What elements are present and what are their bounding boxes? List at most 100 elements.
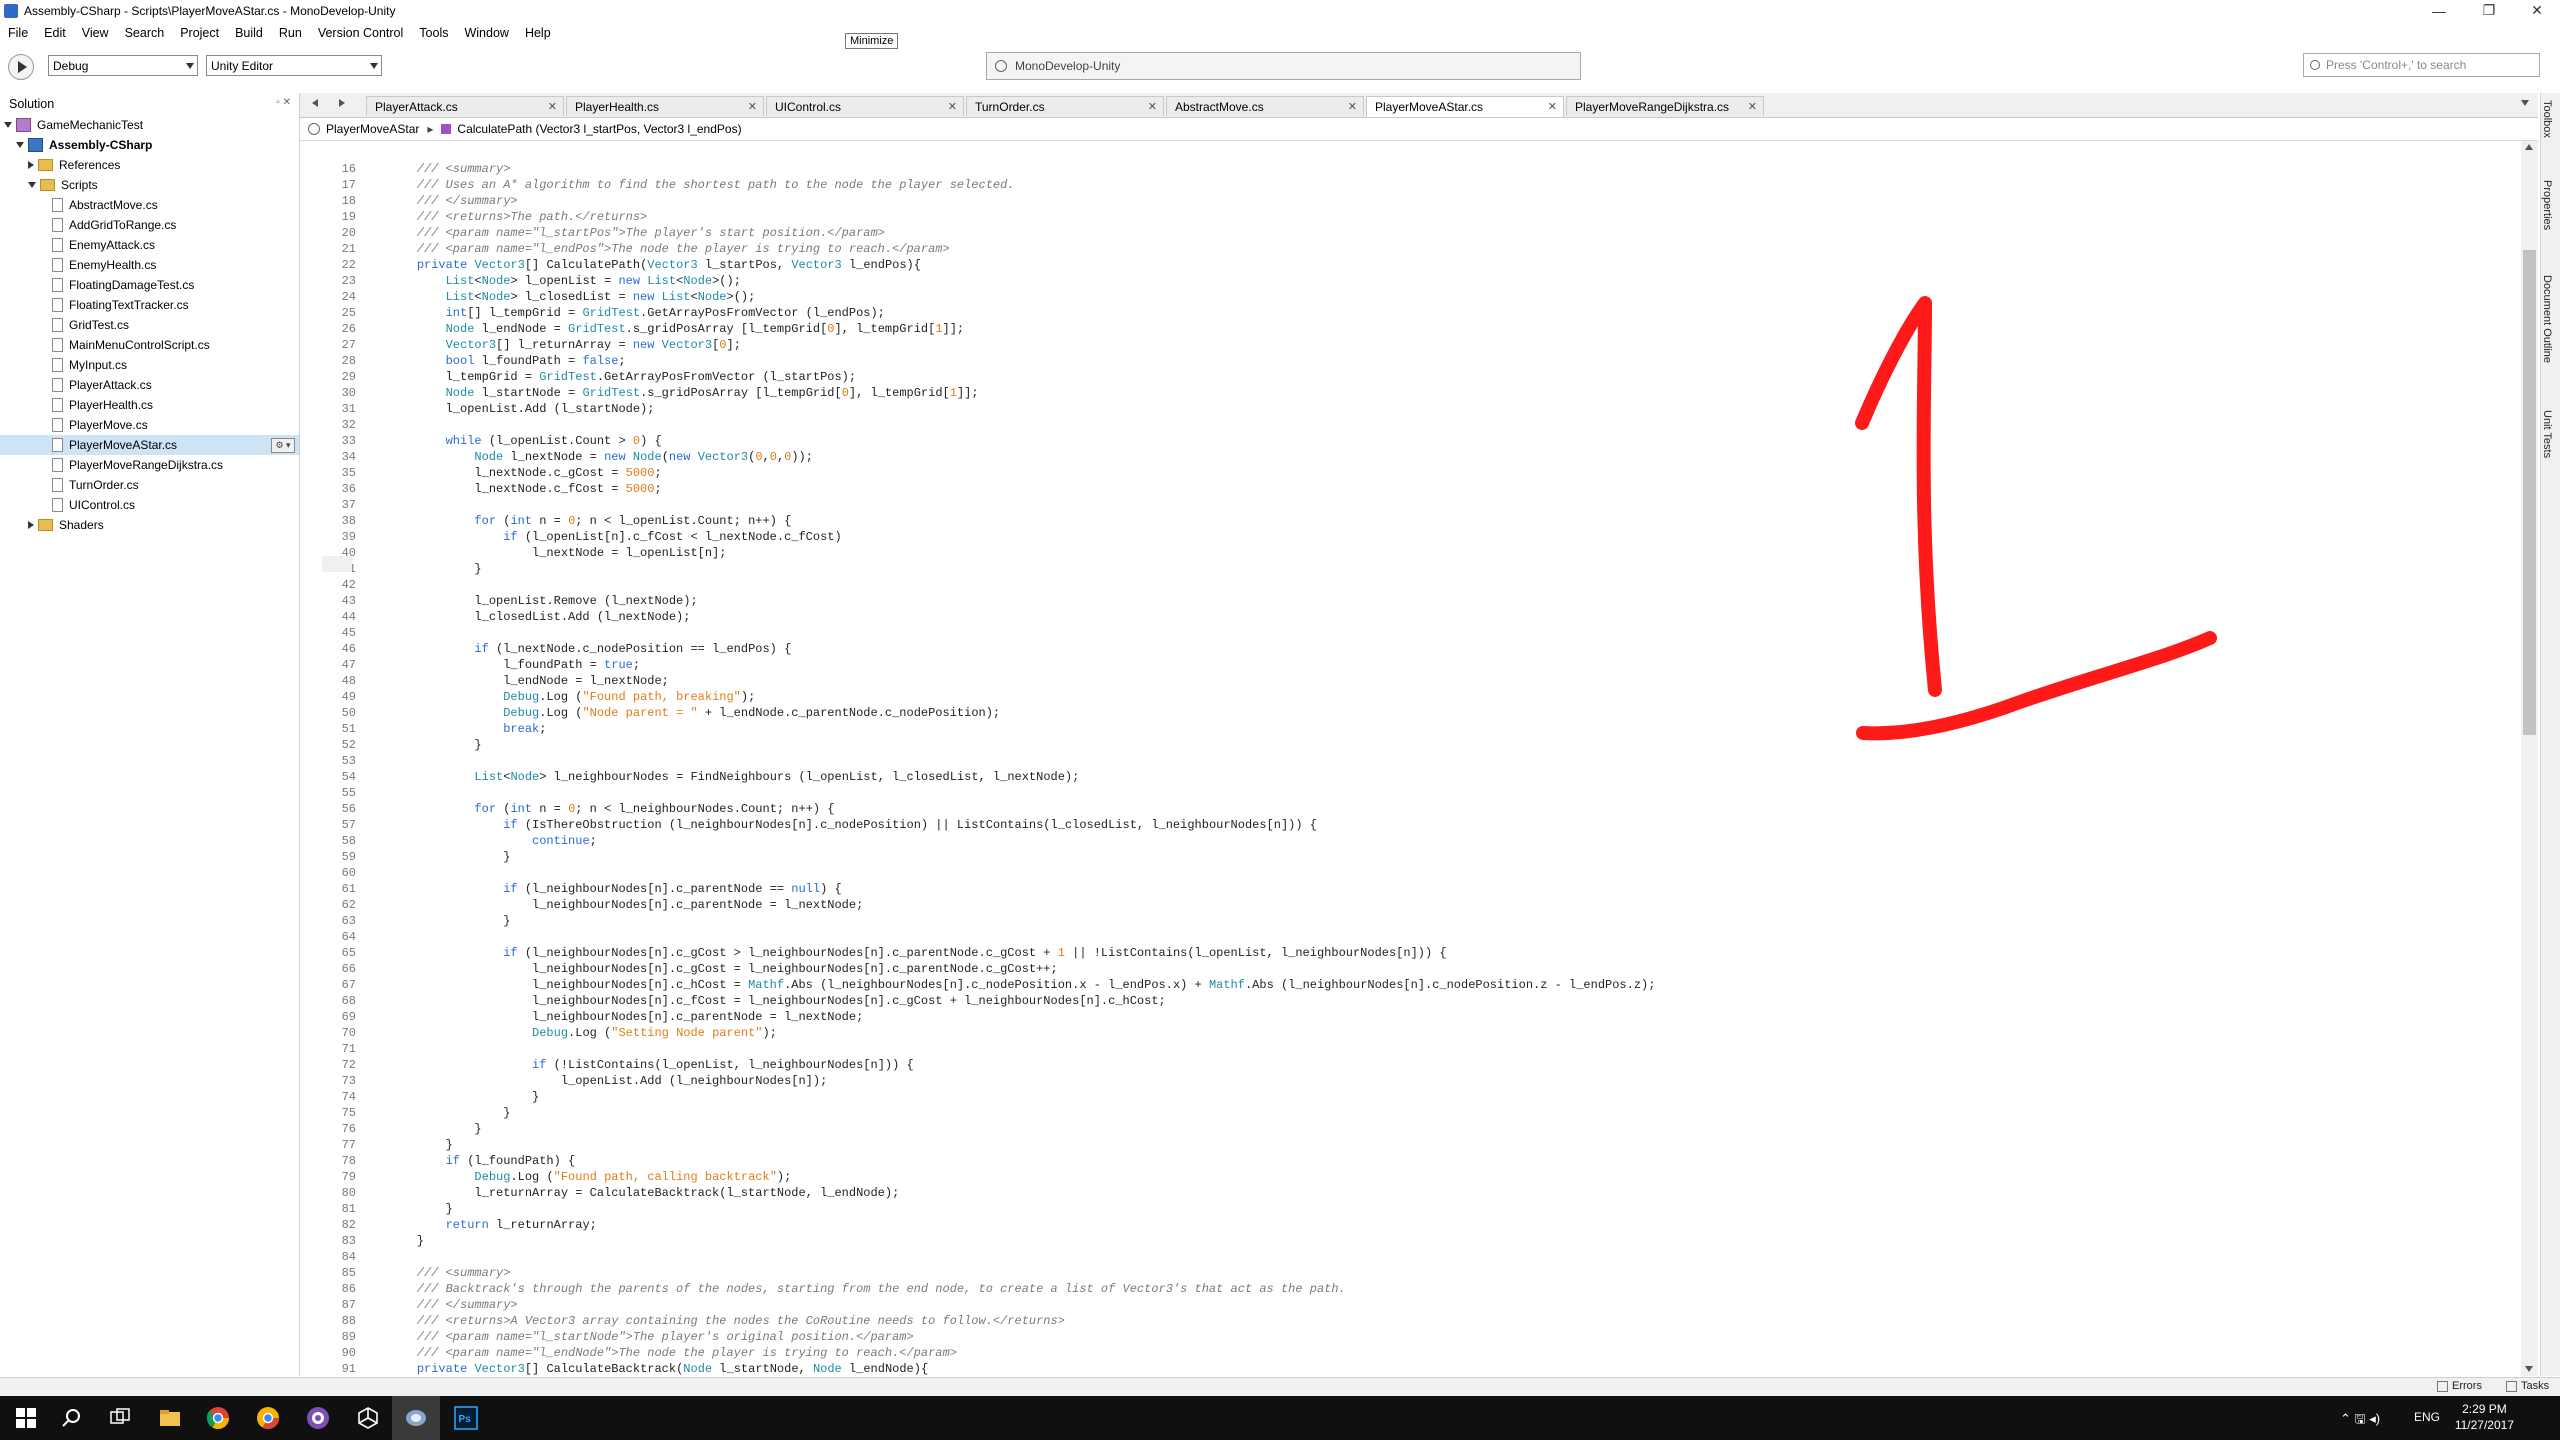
code-line[interactable]: /// Uses an A* algorithm to find the sho…	[388, 177, 1015, 193]
code-line[interactable]: /// <param name="l_endPos">The node the …	[388, 241, 950, 257]
tree-item-project[interactable]: Assembly-CSharp	[0, 135, 299, 155]
code-line[interactable]: while (l_openList.Count > 0) {	[388, 433, 662, 449]
code-line[interactable]: return l_returnArray;	[388, 1217, 597, 1233]
tree-item-file[interactable]: PlayerMoveAStar.cs ⚙ ▾	[0, 435, 299, 455]
code-line[interactable]: }	[388, 561, 481, 577]
code-line[interactable]: /// </summary>	[388, 1297, 518, 1313]
code-line[interactable]: /// <param name="l_endNode">The node the…	[388, 1345, 957, 1361]
code-line[interactable]: }	[388, 1201, 453, 1217]
code-line[interactable]: for (int n = 0; n < l_neighbourNodes.Cou…	[388, 801, 834, 817]
close-icon[interactable]: ✕	[548, 100, 557, 113]
chevron-right-icon[interactable]	[28, 521, 34, 529]
menu-item-run[interactable]: Run	[271, 26, 310, 40]
chevron-down-icon[interactable]	[28, 182, 36, 188]
code-line[interactable]: l_foundPath = true;	[388, 657, 640, 673]
code-line[interactable]: l_neighbourNodes[n].c_parentNode = l_nex…	[388, 1009, 863, 1025]
code-line[interactable]: int[] l_tempGrid = GridTest.GetArrayPosF…	[388, 305, 885, 321]
code-line[interactable]: Debug.Log ("Found path, calling backtrac…	[388, 1169, 791, 1185]
code-line[interactable]: l_closedList.Add (l_nextNode);	[388, 609, 690, 625]
code-line[interactable]: if (l_openList[n].c_fCost < l_nextNode.c…	[388, 529, 841, 545]
item-options-gear-icon[interactable]: ⚙ ▾	[271, 438, 295, 453]
code-line[interactable]: private Vector3[] CalculateBacktrack(Nod…	[388, 1361, 928, 1376]
task-view-icon[interactable]	[108, 1406, 132, 1430]
tree-item-solution[interactable]: GameMechanicTest	[0, 115, 299, 135]
close-icon[interactable]: ✕	[948, 100, 957, 113]
tab-list-dropdown-icon[interactable]	[2521, 100, 2529, 106]
tree-item-file[interactable]: TurnOrder.cs	[0, 475, 299, 495]
tab-playerattack-cs[interactable]: PlayerAttack.cs ✕	[366, 96, 564, 116]
dock-pad-properties[interactable]: Properties	[2541, 180, 2553, 230]
code-line[interactable]: /// <returns>The path.</returns>	[388, 209, 647, 225]
tree-item-file[interactable]: PlayerMoveRangeDijkstra.cs	[0, 455, 299, 475]
code-line[interactable]: l_returnArray = CalculateBacktrack(l_sta…	[388, 1185, 899, 1201]
system-tray-icons[interactable]: ⌃ 🖫 ◂)	[2340, 1410, 2380, 1432]
code-line[interactable]: l_openList.Remove (l_nextNode);	[388, 593, 697, 609]
close-icon[interactable]: ✕	[1748, 100, 1757, 113]
code-line[interactable]: Node l_nextNode = new Node(new Vector3(0…	[388, 449, 813, 465]
file-explorer-icon[interactable]	[158, 1406, 182, 1430]
code-line[interactable]: }	[388, 1137, 453, 1153]
tree-item-file[interactable]: FloatingDamageTest.cs	[0, 275, 299, 295]
code-line[interactable]: l_openList.Add (l_neighbourNodes[n]);	[388, 1073, 827, 1089]
menu-item-project[interactable]: Project	[172, 26, 227, 40]
close-icon[interactable]: ✕	[748, 100, 757, 113]
code-line[interactable]: Debug.Log ("Found path, breaking");	[388, 689, 755, 705]
breadcrumb-class[interactable]: PlayerMoveAStar	[326, 122, 419, 136]
tree-item-file[interactable]: UIControl.cs	[0, 495, 299, 515]
code-line[interactable]: /// Backtrack's through the parents of t…	[388, 1281, 1346, 1297]
close-icon[interactable]: ✕	[1348, 100, 1357, 113]
code-line[interactable]: List<Node> l_closedList = new List<Node>…	[388, 289, 756, 305]
code-editor[interactable]: 16 /// <summary> 17 /// Uses an A* algori…	[300, 141, 2520, 1376]
configuration-select[interactable]: Debug	[48, 55, 198, 76]
dock-pad-document-outline[interactable]: Document Outline	[2541, 275, 2553, 363]
code-line[interactable]: if (l_neighbourNodes[n].c_gCost > l_neig…	[388, 945, 1446, 961]
tab-scroll-right-icon[interactable]	[339, 99, 345, 107]
windows-start-icon[interactable]	[14, 1406, 38, 1430]
errors-pad-button[interactable]: Errors	[2437, 1380, 2482, 1392]
menu-item-help[interactable]: Help	[517, 26, 559, 40]
menu-item-edit[interactable]: Edit	[36, 26, 74, 40]
tab-uicontrol-cs[interactable]: UIControl.cs ✕	[766, 96, 964, 116]
code-line[interactable]: /// <param name="l_startNode">The player…	[388, 1329, 914, 1345]
code-line[interactable]: Node l_startNode = GridTest.s_gridPosArr…	[388, 385, 979, 401]
tree-item-file[interactable]: PlayerMove.cs	[0, 415, 299, 435]
close-button[interactable]: ✕	[2514, 0, 2560, 21]
tab-playerhealth-cs[interactable]: PlayerHealth.cs ✕	[566, 96, 764, 116]
tab-playermoveastar-cs[interactable]: PlayerMoveAStar.cs ✕	[1366, 96, 1564, 117]
dock-pad-toolbox[interactable]: Toolbox	[2541, 100, 2553, 138]
code-line[interactable]: }	[388, 1089, 539, 1105]
menu-item-view[interactable]: View	[74, 26, 117, 40]
code-line[interactable]: if (!ListContains(l_openList, l_neighbou…	[388, 1057, 914, 1073]
menu-item-build[interactable]: Build	[227, 26, 271, 40]
tab-playermoverangedijkstra-cs[interactable]: PlayerMoveRangeDijkstra.cs ✕	[1566, 96, 1764, 116]
code-line[interactable]: if (l_nextNode.c_nodePosition == l_endPo…	[388, 641, 791, 657]
code-line[interactable]: l_nextNode = l_openList[n];	[388, 545, 726, 561]
code-line[interactable]: /// <returns>A Vector3 array containing …	[388, 1313, 1065, 1329]
code-line[interactable]: if (l_neighbourNodes[n].c_parentNode == …	[388, 881, 841, 897]
scrollbar-thumb[interactable]	[2523, 250, 2536, 735]
code-line[interactable]: }	[388, 1121, 481, 1137]
tab-abstractmove-cs[interactable]: AbstractMove.cs ✕	[1166, 96, 1364, 116]
code-line[interactable]: continue;	[388, 833, 597, 849]
code-line[interactable]: /// <param name="l_startPos">The player'…	[388, 225, 885, 241]
tree-item-file[interactable]: AddGridToRange.cs	[0, 215, 299, 235]
panel-header-buttons[interactable]: ▫ ✕	[276, 97, 291, 108]
maximize-button[interactable]: ❐	[2466, 0, 2512, 21]
scroll-down-icon[interactable]	[2525, 1366, 2533, 1372]
close-icon[interactable]: ✕	[1548, 100, 1557, 113]
code-line[interactable]: }	[388, 737, 481, 753]
run-target-select[interactable]: Unity Editor	[206, 55, 382, 76]
code-line[interactable]: bool l_foundPath = false;	[388, 353, 626, 369]
code-line[interactable]: l_openList.Add (l_startNode);	[388, 401, 655, 417]
chevron-down-icon[interactable]	[4, 122, 12, 128]
photoshop-icon[interactable]: Ps	[454, 1406, 478, 1430]
code-line[interactable]: /// <summary>	[388, 161, 511, 177]
monodevelop-icon[interactable]	[404, 1406, 428, 1430]
dock-pad-unit-tests[interactable]: Unit Tests	[2541, 410, 2553, 458]
code-line[interactable]: Vector3[] l_returnArray = new Vector3[0]…	[388, 337, 741, 353]
code-line[interactable]: List<Node> l_openList = new List<Node>()…	[388, 273, 741, 289]
search-icon[interactable]	[60, 1406, 84, 1430]
code-line[interactable]: if (l_foundPath) {	[388, 1153, 576, 1169]
taskbar-clock[interactable]: 2:29 PM 11/27/2017	[2455, 1401, 2514, 1433]
code-line[interactable]: List<Node> l_neighbourNodes = FindNeighb…	[388, 769, 1079, 785]
